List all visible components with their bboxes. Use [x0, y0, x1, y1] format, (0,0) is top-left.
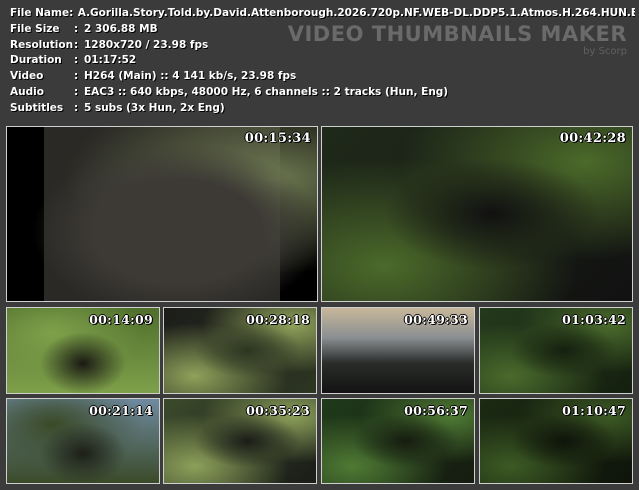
brand-title: VIDEO THUMBNAILS MAKER: [287, 22, 627, 46]
thumbnail-timestamp: 00:14:09: [89, 312, 153, 327]
info-row: Subtitles:5 subs (3x Hun, 2x Eng): [10, 101, 635, 117]
thumbnail-timestamp: 00:21:14: [89, 403, 153, 418]
info-value: A.Gorilla.Story.Told.by.David.Attenborou…: [77, 7, 635, 19]
gorilla-lying-in-grass-icon: [322, 127, 632, 301]
video-thumbnail[interactable]: 00:28:18: [163, 307, 317, 394]
info-label: Duration: [10, 54, 62, 67]
info-separator: :: [69, 7, 74, 19]
thumbnail-timestamp: 00:28:18: [246, 312, 310, 327]
video-thumbnail[interactable]: 00:56:37: [321, 398, 475, 484]
info-value: 5 subs (3x Hun, 2x Eng): [84, 101, 225, 114]
info-separator: :: [74, 22, 79, 35]
thumbnail-timestamp: 00:49:33: [404, 312, 468, 327]
info-separator: :: [74, 38, 79, 51]
info-value: 01:17:52: [84, 54, 137, 67]
gorilla-closeup-hands-icon: [7, 127, 317, 301]
video-thumbnail[interactable]: 00:14:09: [6, 307, 160, 394]
thumbnail-timestamp: 00:42:28: [559, 131, 626, 146]
info-row: Audio: EAC3 :: 640 kbps, 48000 Hz, 6 chan…: [10, 85, 635, 101]
video-thumbnail[interactable]: 00:15:34: [6, 126, 318, 302]
video-thumbnail[interactable]: 00:21:14: [6, 398, 160, 484]
video-thumbnail[interactable]: 01:03:42: [479, 307, 633, 394]
info-label: Video: [10, 70, 44, 83]
info-separator: :: [74, 54, 79, 67]
info-label: File Name: [10, 7, 70, 19]
video-thumbnail[interactable]: 01:10:47: [479, 398, 633, 484]
info-label: File Size: [10, 22, 60, 35]
thumbnail-timestamp: 00:15:34: [244, 131, 311, 146]
brand-subtitle: by Scorp: [583, 46, 627, 57]
info-value: 1280x720 / 23.98 fps: [84, 38, 209, 51]
brand-watermark: VIDEO THUMBNAILS MAKER by Scorp: [288, 22, 627, 58]
info-value: EAC3 :: 640 kbps, 48000 Hz, 6 channels :…: [84, 85, 449, 98]
info-label: Resolution: [10, 38, 74, 51]
thumbnail-timestamp: 00:56:37: [404, 403, 468, 418]
info-value: H264 (Main) :: 4 141 kb/s, 23.98 fps: [84, 70, 297, 83]
info-row: File Name: A.Gorilla.Story.Told.by.David.…: [10, 6, 635, 22]
thumbnail-timestamp: 01:10:47: [562, 403, 626, 418]
video-thumbnail[interactable]: 00:42:28: [321, 126, 633, 302]
thumbnail-timestamp: 01:03:42: [562, 312, 626, 327]
info-value: 2 306.88 MB: [84, 22, 158, 35]
info-separator: :: [74, 70, 79, 83]
info-label: Audio: [10, 85, 44, 98]
info-separator: :: [74, 101, 79, 114]
thumbnail-timestamp: 00:35:23: [246, 403, 310, 418]
info-label: Subtitles: [10, 101, 64, 114]
video-thumbnail[interactable]: 00:35:23: [163, 398, 317, 484]
video-thumbnail[interactable]: 00:49:33: [321, 307, 475, 394]
info-separator: :: [74, 85, 79, 98]
info-row: Video: H264 (Main) :: 4 141 kb/s, 23.98 f…: [10, 69, 635, 85]
